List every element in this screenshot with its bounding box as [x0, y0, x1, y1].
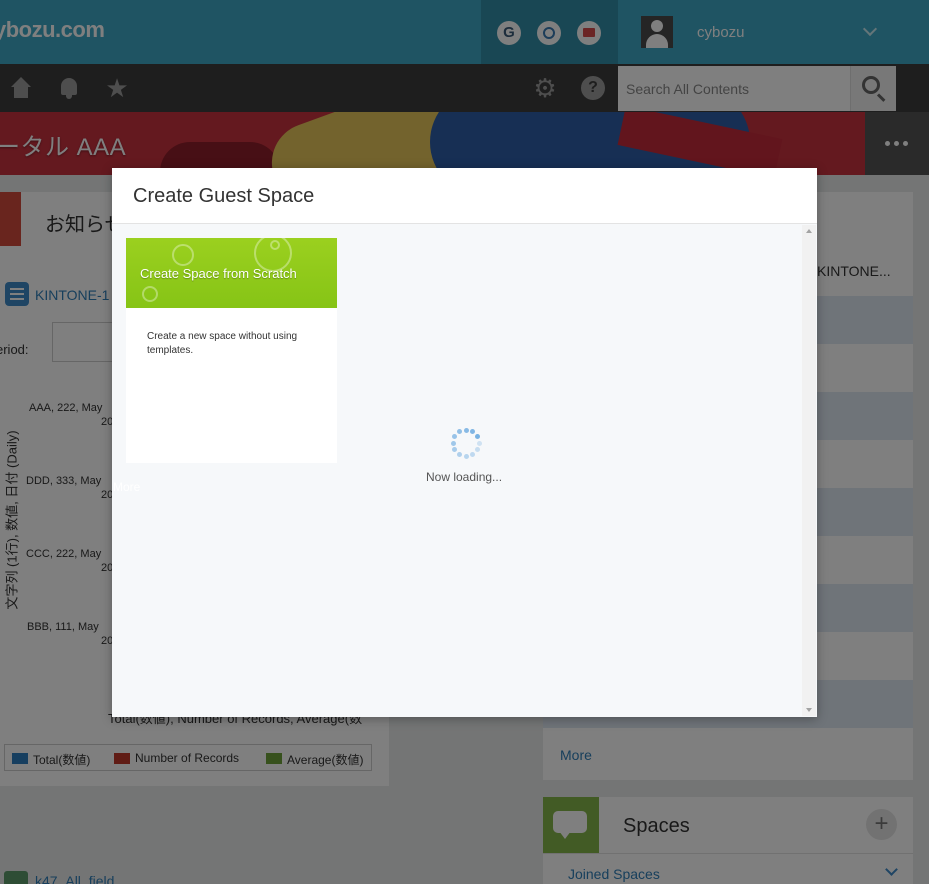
create-from-scratch-card[interactable]: Create Space from Scratch Create a new s… — [126, 238, 337, 463]
loading-text: Now loading... — [426, 470, 503, 484]
scroll-down-icon[interactable] — [806, 708, 812, 712]
card-header: Create Space from Scratch — [126, 238, 337, 308]
card-description: Create a new space without using templat… — [147, 331, 298, 356]
dialog-title: Create Guest Space — [133, 185, 315, 207]
create-guest-space-dialog: Create Guest Space Create Space from Scr… — [112, 168, 817, 717]
dialog-scrollbar[interactable] — [802, 225, 816, 716]
more-link[interactable]: More — [113, 480, 140, 494]
card-title: Create Space from Scratch — [140, 266, 297, 281]
loading-spinner-icon — [450, 427, 482, 459]
dialog-header: Create Guest Space — [112, 168, 817, 224]
scroll-up-icon[interactable] — [806, 229, 812, 233]
